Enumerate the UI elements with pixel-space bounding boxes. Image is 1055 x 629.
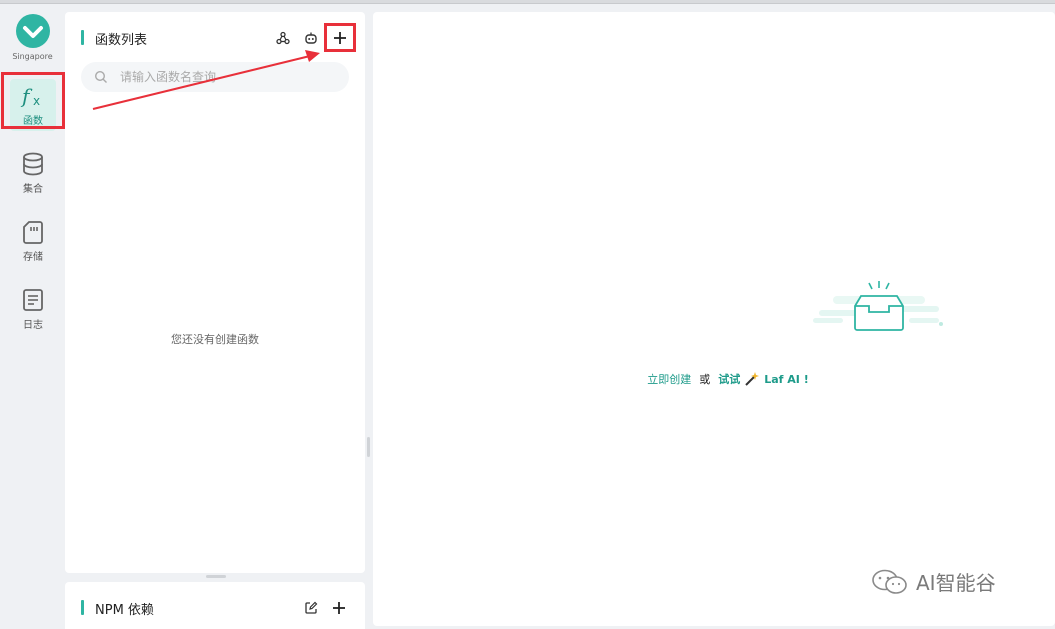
annotation-arrow <box>92 50 320 110</box>
arrow-head <box>305 50 320 62</box>
